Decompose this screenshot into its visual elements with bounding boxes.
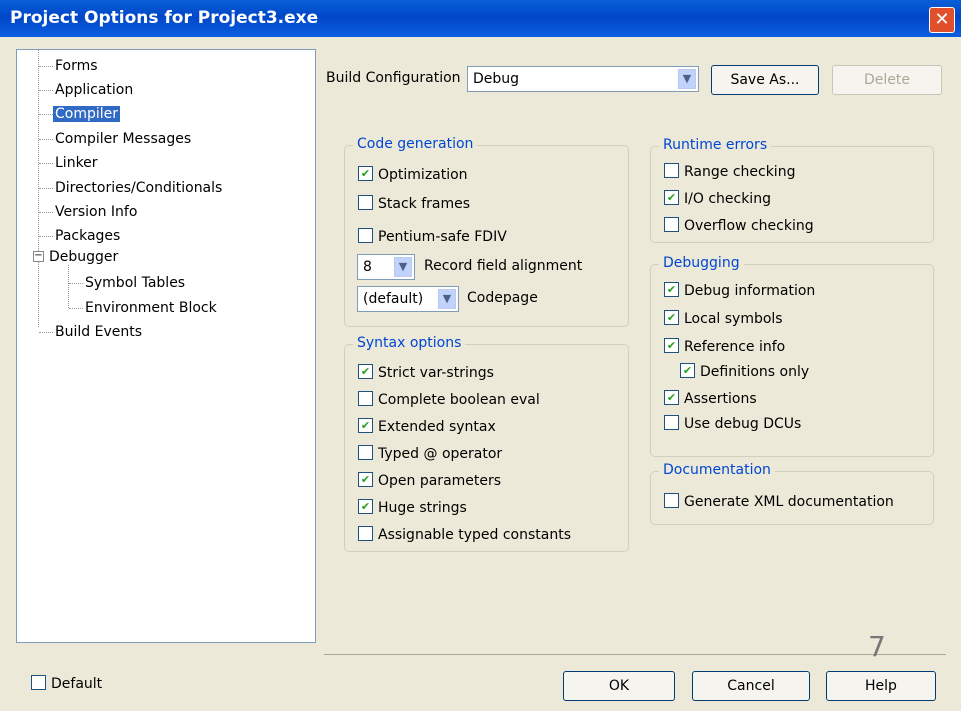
chevron-down-icon[interactable]: ▼ — [438, 289, 456, 309]
huge-strings-checkbox[interactable]: ✔ Huge strings — [358, 498, 467, 518]
extended-syntax-checkbox[interactable]: ✔ Extended syntax — [358, 417, 496, 437]
checkbox-icon: ✔ — [664, 281, 679, 297]
footer-separator — [324, 654, 946, 655]
group-title: Runtime errors — [659, 137, 772, 153]
group-title: Debugging — [659, 255, 744, 271]
chevron-down-icon[interactable]: ▼ — [394, 257, 412, 277]
ok-button[interactable]: OK — [563, 671, 675, 701]
debug-information-checkbox[interactable]: ✔ Debug information — [664, 281, 815, 301]
record-alignment-select[interactable]: 8 ▼ — [357, 254, 415, 280]
typed-at-operator-checkbox[interactable]: Typed @ operator — [358, 444, 502, 464]
checkbox-icon: ✔ — [358, 417, 373, 433]
group-title: Syntax options — [353, 335, 466, 351]
tree-connector — [39, 188, 53, 189]
tree-item-compiler-messages[interactable]: Compiler Messages — [55, 129, 191, 149]
tree-connector — [69, 308, 83, 309]
generate-xml-documentation-checkbox[interactable]: Generate XML documentation — [664, 492, 894, 512]
checkbox-icon — [31, 674, 46, 690]
overflow-checking-checkbox[interactable]: Overflow checking — [664, 216, 814, 236]
options-tree[interactable]: Forms Application Compiler Compiler Mess… — [16, 49, 316, 643]
strict-var-strings-checkbox[interactable]: ✔ Strict var-strings — [358, 363, 494, 383]
checkbox-icon: ✔ — [664, 337, 679, 353]
checkbox-icon: ✔ — [664, 389, 679, 405]
stack-frames-checkbox[interactable]: Stack frames — [358, 194, 470, 214]
tree-connector — [39, 114, 53, 115]
collapse-icon[interactable]: − — [33, 251, 44, 262]
checkbox-icon: ✔ — [664, 309, 679, 325]
tree-item-directories-conditionals[interactable]: Directories/Conditionals — [55, 178, 222, 198]
tree-connector — [39, 212, 53, 213]
definitions-only-checkbox[interactable]: ✔ Definitions only — [680, 362, 809, 382]
tree-line — [68, 265, 69, 308]
complete-boolean-eval-checkbox[interactable]: Complete boolean eval — [358, 390, 540, 410]
checkbox-icon — [358, 444, 373, 460]
help-button[interactable]: Help — [826, 671, 936, 701]
checkbox-icon — [664, 162, 679, 178]
checkbox-icon — [358, 194, 373, 210]
delete-button[interactable]: Delete — [832, 65, 942, 95]
tree-line — [38, 262, 39, 327]
io-checking-checkbox[interactable]: ✔ I/O checking — [664, 189, 771, 209]
pentium-fdiv-checkbox[interactable]: Pentium-safe FDIV — [358, 227, 507, 247]
build-configuration-value: Debug — [473, 71, 520, 87]
group-title: Code generation — [353, 136, 478, 152]
tree-item-linker[interactable]: Linker — [55, 153, 98, 173]
tree-item-application[interactable]: Application — [55, 80, 133, 100]
tree-item-debugger[interactable]: Debugger — [49, 247, 118, 267]
tree-connector — [39, 90, 53, 91]
checkbox-icon — [358, 227, 373, 243]
page-number: 7 — [868, 630, 886, 663]
close-icon[interactable]: ✕ — [929, 7, 955, 33]
tree-item-version-info[interactable]: Version Info — [55, 202, 137, 222]
checkbox-icon — [664, 216, 679, 232]
build-configuration-select[interactable]: Debug ▼ — [467, 66, 699, 92]
checkbox-icon: ✔ — [358, 165, 373, 181]
tree-connector — [39, 236, 53, 237]
default-checkbox[interactable]: Default — [31, 674, 102, 694]
chevron-down-icon[interactable]: ▼ — [678, 69, 696, 89]
use-debug-dcus-checkbox[interactable]: Use debug DCUs — [664, 414, 801, 434]
tree-connector — [39, 66, 53, 67]
checkbox-icon — [664, 492, 679, 508]
optimization-checkbox[interactable]: ✔ Optimization — [358, 165, 468, 185]
checkbox-icon — [358, 390, 373, 406]
tree-item-build-events[interactable]: Build Events — [55, 322, 142, 342]
cancel-button[interactable]: Cancel — [692, 671, 810, 701]
checkbox-icon — [664, 414, 679, 430]
checkbox-icon — [358, 525, 373, 541]
checkbox-icon: ✔ — [358, 498, 373, 514]
checkbox-icon: ✔ — [358, 471, 373, 487]
tree-item-packages[interactable]: Packages — [55, 226, 120, 246]
assertions-checkbox[interactable]: ✔ Assertions — [664, 389, 757, 409]
reference-info-checkbox[interactable]: ✔ Reference info — [664, 337, 785, 357]
checkbox-icon: ✔ — [680, 362, 695, 378]
tree-connector — [39, 163, 53, 164]
save-as-button[interactable]: Save As... — [711, 65, 819, 95]
window-title: Project Options for Project3.exe — [10, 8, 319, 28]
group-title: Documentation — [659, 462, 775, 478]
tree-connector — [69, 283, 83, 284]
open-parameters-checkbox[interactable]: ✔ Open parameters — [358, 471, 501, 491]
local-symbols-checkbox[interactable]: ✔ Local symbols — [664, 309, 783, 329]
range-checking-checkbox[interactable]: Range checking — [664, 162, 795, 182]
tree-item-forms[interactable]: Forms — [55, 56, 98, 76]
tree-line — [38, 50, 39, 255]
tree-item-compiler[interactable]: Compiler — [53, 104, 121, 124]
record-alignment-label: Record field alignment — [424, 258, 583, 274]
assignable-typed-constants-checkbox[interactable]: Assignable typed constants — [358, 525, 571, 545]
title-bar: Project Options for Project3.exe ✕ — [0, 0, 961, 37]
checkbox-icon: ✔ — [358, 363, 373, 379]
codepage-select[interactable]: (default) ▼ — [357, 286, 459, 312]
tree-connector — [39, 139, 53, 140]
tree-item-symbol-tables[interactable]: Symbol Tables — [85, 273, 185, 293]
tree-item-environment-block[interactable]: Environment Block — [85, 298, 217, 318]
build-configuration-label: Build Configuration — [326, 70, 461, 86]
codepage-label: Codepage — [467, 290, 538, 306]
checkbox-icon: ✔ — [664, 189, 679, 205]
tree-connector — [39, 332, 53, 333]
